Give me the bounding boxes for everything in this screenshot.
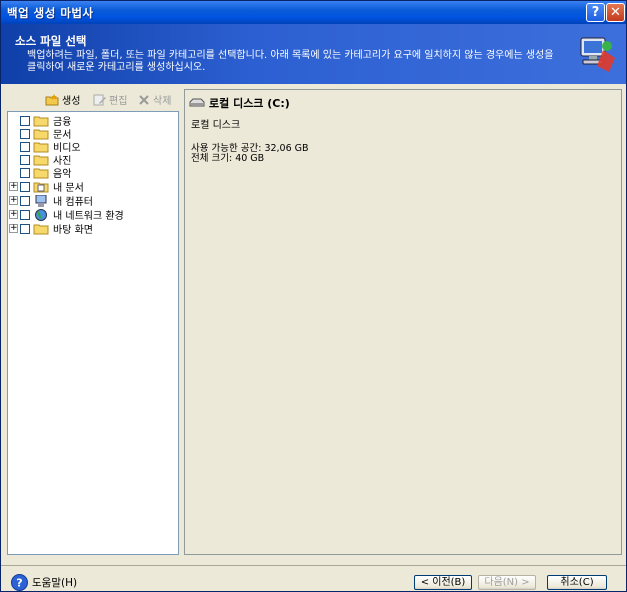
cancel-button[interactable]: 취소(C) <box>547 575 607 590</box>
delete-button[interactable]: 삭제 <box>138 92 171 107</box>
tree-item-desktop[interactable]: + 바탕 화면 <box>8 222 93 236</box>
tree-item-my-documents[interactable]: + 내 문서 <box>8 180 84 194</box>
folder-icon <box>33 168 49 178</box>
my-documents-icon <box>33 182 49 192</box>
svg-text:?: ? <box>16 577 22 590</box>
tree-item-label: 내 문서 <box>53 183 84 194</box>
checkbox[interactable] <box>20 195 30 206</box>
details-title: 로컬 디스크 (C:) <box>209 97 290 110</box>
tree-item-network[interactable]: + 내 네트워크 환경 <box>8 208 124 222</box>
delete-label: 삭제 <box>153 96 172 107</box>
checkbox[interactable] <box>20 223 30 234</box>
help-icon: ? <box>11 574 28 591</box>
title-bar: 백업 생성 마법사 ? ✕ <box>1 1 626 24</box>
close-button[interactable]: ✕ <box>606 3 625 22</box>
tree-item-label: 내 컴퓨터 <box>53 197 93 208</box>
tree-item-label: 내 네트워크 환경 <box>53 211 124 222</box>
delete-icon <box>139 94 149 105</box>
details-subtitle: 로컬 디스크 <box>191 120 241 131</box>
help-title-button[interactable]: ? <box>586 3 605 22</box>
checkbox[interactable] <box>20 167 30 178</box>
edit-button[interactable]: 편집 <box>93 92 127 107</box>
folder-icon <box>33 129 49 139</box>
expand-icon[interactable]: + <box>9 196 18 205</box>
details-panel: 로컬 디스크 (C:) 로컬 디스크 사용 가능한 공간: 32,06 GB 전… <box>184 89 622 555</box>
tree-toolbar: 생성 편집 삭제 <box>7 89 179 109</box>
expand-icon[interactable]: + <box>9 224 18 233</box>
tree-item-music[interactable]: 음악 <box>8 166 72 180</box>
tree-item-label: 바탕 화면 <box>53 225 93 236</box>
details-title-row: 로컬 디스크 (C:) <box>189 95 290 111</box>
create-button[interactable]: 생성 <box>45 92 80 107</box>
help-label: 도움말(H) <box>32 577 78 589</box>
next-button[interactable]: 다음(N) > <box>478 575 536 590</box>
checkbox[interactable] <box>20 181 30 192</box>
checkbox[interactable] <box>20 154 30 165</box>
page-title: 소스 파일 선택 <box>15 34 87 48</box>
network-globe-icon <box>35 208 47 221</box>
page-description: 백업하려는 파일, 폴더, 또는 파일 카테고리를 선택합니다. 아래 목록에 … <box>27 50 554 73</box>
wizard-header: 소스 파일 선택 백업하려는 파일, 폴더, 또는 파일 카테고리를 선택합니다… <box>1 24 626 84</box>
tree-item-my-computer[interactable]: + 내 컴퓨터 <box>8 194 93 208</box>
disk-drive-icon <box>189 98 205 107</box>
my-computer-icon <box>35 194 47 207</box>
folder-icon <box>33 116 49 126</box>
edit-icon <box>93 94 106 105</box>
checkbox[interactable] <box>20 128 30 139</box>
tree-item-label: 음악 <box>53 169 72 180</box>
window-title: 백업 생성 마법사 <box>7 6 94 20</box>
folder-icon <box>33 224 49 234</box>
folder-icon <box>33 155 49 165</box>
folder-icon <box>33 142 49 152</box>
back-button[interactable]: < 이전(B) <box>414 575 472 590</box>
help-button[interactable]: ? 도움말(H) <box>11 574 77 591</box>
checkbox[interactable] <box>20 141 30 152</box>
backup-computer-icon <box>580 37 615 72</box>
create-label: 생성 <box>62 96 81 107</box>
expand-icon[interactable]: + <box>9 210 18 219</box>
source-tree[interactable]: 금융 문서 비디오 사진 음악 + 내 문서 + 내 컴퓨터 + 내 네트워크 … <box>7 111 179 555</box>
expand-icon[interactable]: + <box>9 182 18 191</box>
footer-divider <box>1 565 626 566</box>
total-size: 전체 크기: 40 GB <box>191 153 265 164</box>
checkbox[interactable] <box>20 209 30 220</box>
wizard-window: 백업 생성 마법사 ? ✕ 소스 파일 선택 백업하려는 파일, 폴더, 또는 … <box>0 0 627 592</box>
edit-label: 편집 <box>109 96 128 107</box>
checkbox[interactable] <box>20 115 30 126</box>
new-folder-icon <box>45 93 59 105</box>
